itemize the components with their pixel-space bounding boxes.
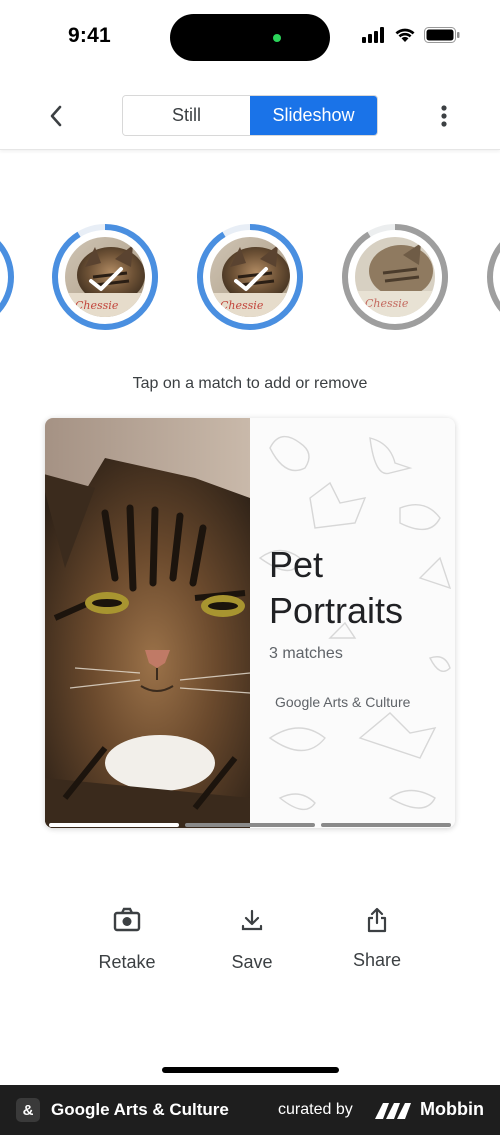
wifi-icon <box>395 28 415 42</box>
tab-still[interactable]: Still <box>123 96 250 135</box>
nav-header: Still Slideshow <box>0 75 500 150</box>
progress-segment <box>49 823 179 827</box>
retake-label: Retake <box>98 952 156 972</box>
status-bar: 9:41 <box>0 0 500 75</box>
footer-curated-by: curated by <box>278 1101 353 1118</box>
match-item[interactable]: Chessie <box>51 223 159 331</box>
footer-app-name: Google Arts & Culture <box>51 1100 229 1119</box>
share-label: Share <box>352 950 402 970</box>
selection-ring <box>0 241 14 313</box>
progress-segment <box>321 823 451 827</box>
app-logo-icon: & <box>16 1098 40 1122</box>
status-icons <box>362 27 460 43</box>
footer-brand: Mobbin <box>420 1099 484 1119</box>
match-thumbnail: Chessie <box>355 237 435 317</box>
card-title: Pet Portraits <box>269 544 404 631</box>
save-label: Save <box>231 952 273 972</box>
tab-slideshow[interactable]: Slideshow <box>250 96 377 135</box>
selection-ring <box>487 242 500 312</box>
brand-arts-culture: Arts & Culture <box>323 694 411 710</box>
matches-hint: Tap on a match to add or remove <box>132 375 368 392</box>
slideshow-progress <box>45 823 455 828</box>
back-button[interactable] <box>40 100 72 132</box>
result-card[interactable]: Pet Portraits 3 matches Google Arts & Cu… <box>45 418 455 828</box>
chevron-left-icon <box>50 105 62 127</box>
check-icon <box>89 267 123 291</box>
share-button[interactable]: Share <box>327 900 427 971</box>
mobbin-logo-icon <box>375 1103 411 1119</box>
google-arts-culture-logo: Google Arts & Culture <box>275 694 410 710</box>
mode-segmented-control: Still Slideshow <box>122 95 378 136</box>
more-vertical-icon <box>441 105 447 127</box>
cellular-signal-icon <box>362 27 384 43</box>
cat-photo <box>45 418 250 828</box>
save-button[interactable]: Save <box>202 900 302 973</box>
match-item[interactable] <box>0 223 15 331</box>
check-icon <box>234 267 268 291</box>
more-options-button[interactable] <box>430 101 458 131</box>
home-indicator <box>162 1067 339 1073</box>
match-item[interactable] <box>486 223 500 331</box>
status-time: 9:41 <box>68 24 111 47</box>
camera-indicator-dot <box>273 34 281 42</box>
brand-google: Google <box>275 694 321 710</box>
retake-button[interactable]: Retake <box>77 900 177 973</box>
download-icon <box>202 900 302 940</box>
match-item[interactable]: Chessie <box>341 223 449 331</box>
match-count: 3 matches <box>269 645 343 662</box>
action-bar: Retake Save Share <box>0 900 500 990</box>
attribution-footer: & Google Arts & Culture curated by Mobbi… <box>0 1085 500 1135</box>
share-icon <box>327 900 427 940</box>
matches-carousel: Chessie Chessie Chessie <box>0 215 500 340</box>
match-caption: Chessie <box>365 297 409 310</box>
progress-segment <box>185 823 315 827</box>
match-item[interactable]: Chessie <box>196 223 304 331</box>
camera-icon <box>77 900 177 940</box>
dynamic-island <box>170 14 330 61</box>
battery-icon <box>424 27 460 43</box>
